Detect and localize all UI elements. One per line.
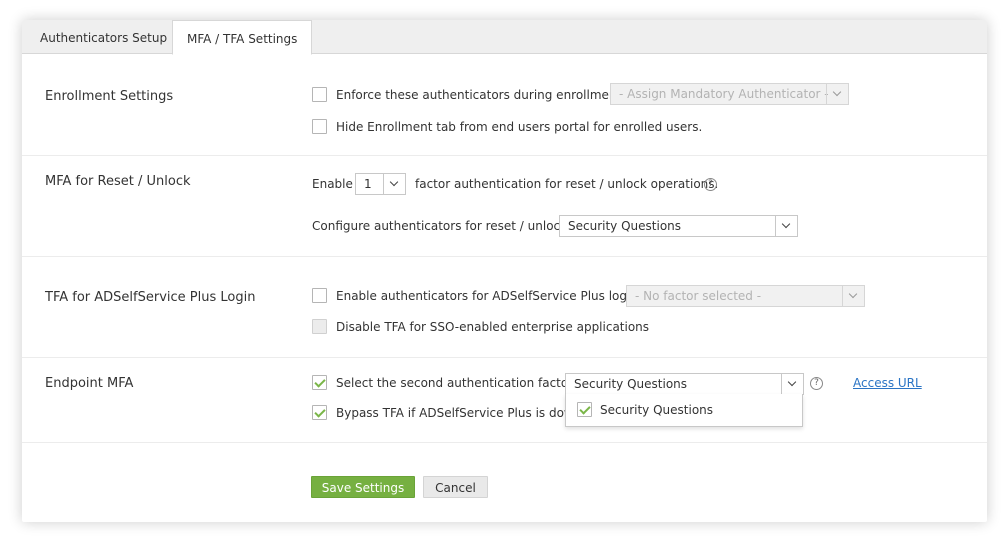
section-divider bbox=[22, 256, 987, 257]
section-divider bbox=[22, 442, 987, 443]
disable-sso-tfa-checkbox[interactable] bbox=[312, 319, 327, 334]
settings-card: Authenticators Setup MFA / TFA Settings … bbox=[22, 20, 987, 522]
tfa-login-heading: TFA for ADSelfService Plus Login bbox=[45, 290, 256, 305]
factor-count-select[interactable]: 1 bbox=[355, 173, 406, 195]
second-factor-value: Security Questions bbox=[574, 377, 688, 391]
question-circle-icon[interactable]: ? bbox=[704, 178, 717, 191]
configure-authenticators-value: Security Questions bbox=[568, 219, 682, 233]
configure-authenticators-label: Configure authenticators for reset / unl… bbox=[312, 219, 568, 233]
login-factor-select[interactable]: - No factor selected - bbox=[626, 285, 865, 307]
hide-enrollment-tab-checkbox[interactable] bbox=[312, 119, 327, 134]
section-divider bbox=[22, 357, 987, 358]
configure-authenticators-select[interactable]: Security Questions bbox=[559, 215, 798, 237]
question-circle-icon[interactable]: ? bbox=[810, 377, 823, 390]
hide-enrollment-tab-label: Hide Enrollment tab from end users porta… bbox=[336, 120, 703, 134]
enable-suffix-label: factor authentication for reset / unlock… bbox=[415, 177, 719, 191]
save-settings-button[interactable]: Save Settings bbox=[311, 476, 415, 498]
chevron-down-icon bbox=[826, 84, 848, 104]
mfa-reset-unlock-heading: MFA for Reset / Unlock bbox=[45, 174, 191, 189]
tab-authenticators-setup[interactable]: Authenticators Setup bbox=[26, 20, 181, 54]
section-divider bbox=[22, 155, 987, 156]
enable-login-authenticators-checkbox[interactable] bbox=[312, 288, 327, 303]
security-questions-option-checkbox[interactable] bbox=[577, 402, 592, 417]
assign-mandatory-authenticator-value: - Assign Mandatory Authenticator - bbox=[619, 87, 829, 101]
chevron-down-icon bbox=[842, 286, 864, 306]
enforce-enrollment-label: Enforce these authenticators during enro… bbox=[336, 88, 622, 102]
bypass-tfa-checkbox[interactable] bbox=[312, 405, 327, 420]
chevron-down-icon bbox=[775, 216, 797, 236]
assign-mandatory-authenticator-select[interactable]: - Assign Mandatory Authenticator - bbox=[610, 83, 849, 105]
chevron-down-icon bbox=[383, 174, 405, 194]
tab-mfa-tfa-settings[interactable]: MFA / TFA Settings bbox=[172, 20, 313, 55]
enrollment-settings-heading: Enrollment Settings bbox=[45, 89, 174, 104]
chevron-down-icon bbox=[781, 374, 803, 394]
access-url-link[interactable]: Access URL bbox=[853, 376, 922, 390]
factor-count-value: 1 bbox=[364, 177, 372, 191]
tab-bar: Authenticators Setup MFA / TFA Settings bbox=[22, 20, 987, 55]
security-questions-option[interactable]: Security Questions bbox=[600, 403, 713, 417]
second-factor-checkbox[interactable] bbox=[312, 375, 327, 390]
second-factor-dropdown-menu: Security Questions bbox=[565, 394, 803, 427]
second-factor-select[interactable]: Security Questions bbox=[565, 373, 804, 395]
bypass-tfa-label: Bypass TFA if ADSelfService Plus is down bbox=[336, 406, 582, 420]
second-factor-label: Select the second authentication factor bbox=[336, 376, 574, 390]
endpoint-mfa-heading: Endpoint MFA bbox=[45, 376, 134, 391]
enable-login-authenticators-label: Enable authenticators for ADSelfService … bbox=[336, 289, 638, 303]
enforce-enrollment-checkbox[interactable] bbox=[312, 87, 327, 102]
enable-prefix-label: Enable bbox=[312, 177, 353, 191]
cancel-button[interactable]: Cancel bbox=[423, 476, 488, 498]
disable-sso-tfa-label: Disable TFA for SSO-enabled enterprise a… bbox=[336, 320, 650, 334]
login-factor-value: - No factor selected - bbox=[635, 289, 762, 303]
